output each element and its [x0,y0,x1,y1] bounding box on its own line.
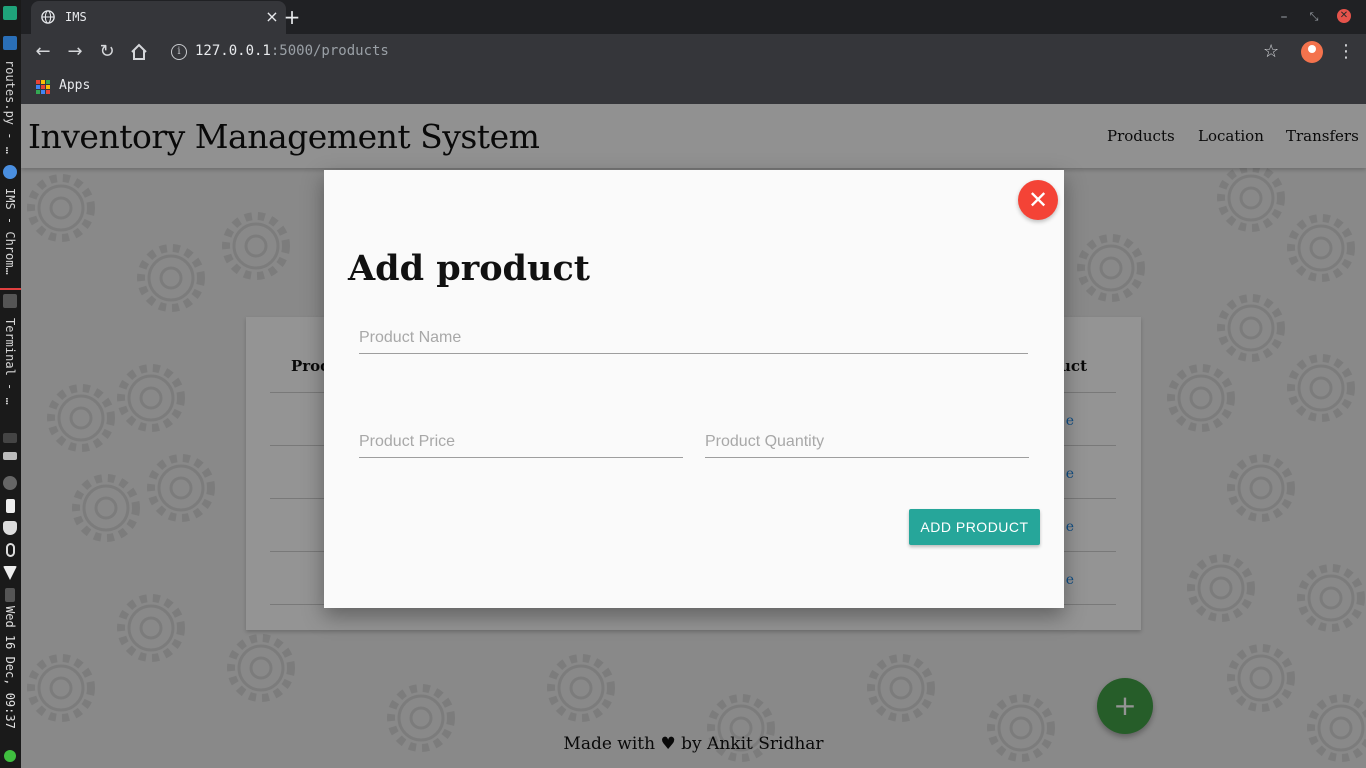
tray-icon-2[interactable] [3,452,17,460]
url-text[interactable]: 127.0.0.1:5000/products [195,43,389,59]
url-path: :5000/products [270,43,389,59]
tray-icon-1[interactable] [3,433,17,443]
bookmarks-bar: Apps [21,70,1366,104]
add-product-modal: ✕ Add product ADD PRODUCT [324,170,1064,608]
window-close-icon[interactable]: ✕ [1337,9,1351,23]
taskbar-item-chrome[interactable]: IMS - Chrom… [3,188,17,275]
terminal-app-icon[interactable] [3,294,17,308]
apps-grid-icon[interactable] [36,80,50,94]
bookmark-star-icon[interactable]: ☆ [1263,42,1279,62]
restore-icon[interactable]: ⤡ [1305,8,1323,26]
status-dot-icon[interactable] [4,750,16,762]
volume-icon[interactable] [5,588,15,602]
new-tab-button[interactable]: + [281,6,303,28]
shield-icon[interactable] [3,521,17,535]
add-product-button[interactable]: ADD PRODUCT [909,509,1040,545]
tab-ims[interactable]: IMS × [31,1,286,34]
workspace-icon[interactable] [3,6,17,20]
taskbar-item-terminal[interactable]: Terminal - … [3,318,17,405]
product-name-input[interactable] [359,322,1028,354]
browser-chrome: IMS × + – ⤡ ✕ ← → ↻ i 127.0.0.1:5000/pro… [21,0,1366,104]
apps-bookmark[interactable]: Apps [59,78,90,93]
product-quantity-input[interactable] [705,426,1029,458]
browser-toolbar: ← → ↻ i 127.0.0.1:5000/products ☆ ⋮ [21,34,1366,70]
wifi-icon[interactable] [3,566,17,580]
clipboard-icon[interactable] [6,499,15,513]
attachment-icon[interactable] [6,543,15,557]
menu-kebab-icon[interactable]: ⋮ [1337,42,1355,62]
url-host: 127.0.0.1 [195,43,271,59]
taskbar-item-editor[interactable]: routes.py - … [3,60,17,154]
reload-icon[interactable]: ↻ [97,42,117,62]
site-info-icon[interactable]: i [171,44,187,60]
address-bar[interactable]: i 127.0.0.1:5000/products [161,38,1256,66]
home-icon[interactable] [129,42,149,62]
taskbar: routes.py - … IMS - Chrom… Terminal - … … [0,0,21,768]
back-arrow-icon[interactable]: ← [33,42,53,62]
profile-avatar[interactable] [1301,41,1323,63]
chrome-app-icon[interactable] [3,165,17,179]
mute-icon[interactable] [3,476,17,490]
close-icon[interactable]: ✕ [1018,180,1058,220]
forward-arrow-icon[interactable]: → [65,42,85,62]
page-viewport: Inventory Management System Products Loc… [21,104,1366,768]
modal-title: Add product [348,248,590,289]
tab-title: IMS [65,10,87,24]
globe-icon [41,10,55,24]
tab-close-icon[interactable]: × [264,9,280,25]
minimize-icon[interactable]: – [1275,8,1293,26]
editor-app-icon[interactable] [3,36,17,50]
taskbar-clock: Wed 16 Dec, 09:37 [3,606,17,729]
product-price-input[interactable] [359,426,683,458]
active-indicator [0,288,21,290]
tab-bar: IMS × + – ⤡ ✕ [21,0,1366,34]
